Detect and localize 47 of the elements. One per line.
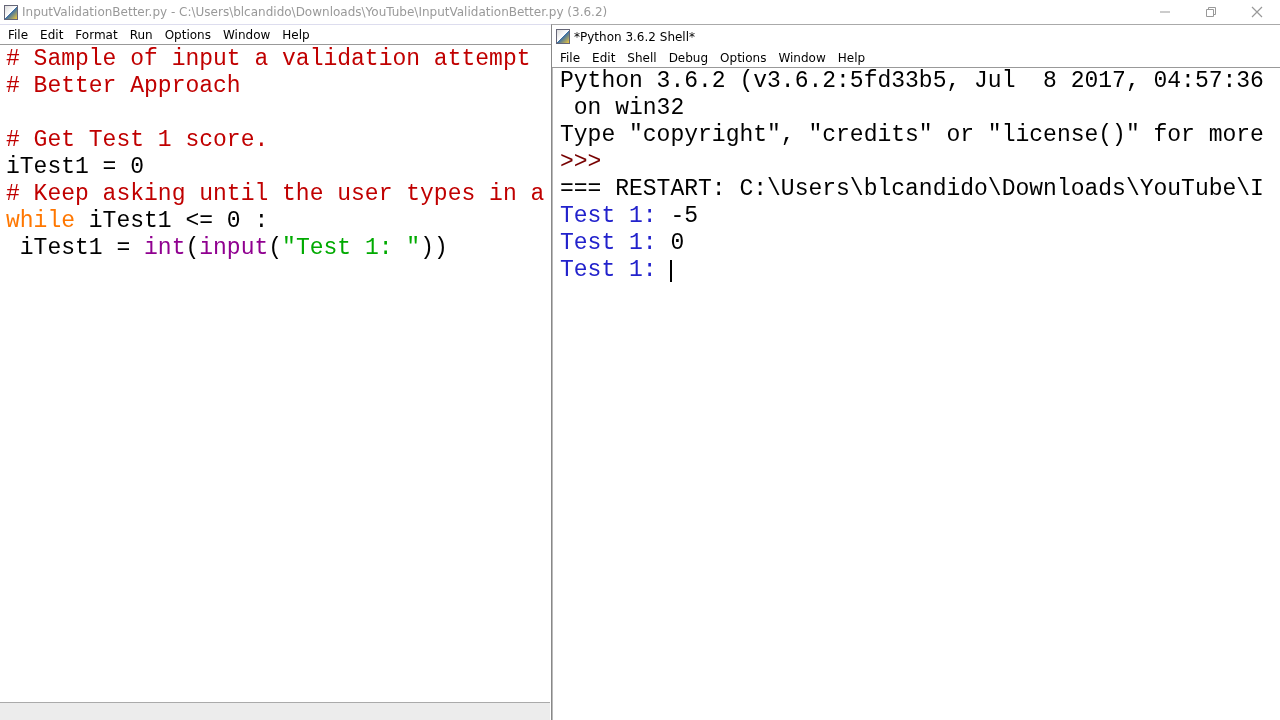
code-text: Python 3.6.2 (v3.6.2:5fd33b5, Jul 8 2017, 04:57:36 bbox=[560, 68, 1264, 95]
code-text: Type "copyright", "credits" or "license()" for more bbox=[560, 122, 1264, 149]
code-text: "Test 1: " bbox=[282, 235, 421, 262]
menu-item[interactable]: File bbox=[554, 50, 587, 65]
code-text: Test 1: bbox=[560, 203, 658, 230]
code-text: iTest1 = 0 bbox=[6, 154, 145, 181]
prompt-text: >>> bbox=[560, 149, 602, 176]
window-title: InputValidationBetter.py - C:\Users\blcandido\Downloads\YouTube\InputValidationBetter.py (3.6.2) bbox=[22, 5, 608, 19]
code-text: # Get Test 1 score. bbox=[6, 127, 269, 154]
python-icon bbox=[556, 29, 570, 44]
code-text: while bbox=[6, 208, 75, 235]
file-icon bbox=[4, 4, 18, 20]
code-text: === RESTART: C:\Users\blcandido\Downloads\YouTube\I bbox=[560, 176, 1264, 203]
menu-item[interactable]: Help bbox=[276, 27, 316, 42]
menu-item[interactable]: Format bbox=[69, 27, 124, 42]
code-text: # Keep asking until the user types in a bbox=[6, 181, 545, 208]
code-text: on win32 bbox=[572, 95, 685, 122]
menu-item[interactable]: Debug bbox=[662, 50, 715, 65]
code-text: -5 bbox=[670, 203, 699, 230]
text-cursor bbox=[670, 259, 673, 282]
close-icon bbox=[1251, 6, 1263, 18]
code-text: ( bbox=[185, 235, 200, 262]
scrollbar[interactable] bbox=[0, 702, 550, 720]
code-text: # Better Approach bbox=[6, 73, 241, 100]
code-text: iTest1 = bbox=[18, 235, 132, 262]
window-title: *Python 3.6.2 Shell* bbox=[574, 29, 696, 44]
code-text: )) bbox=[420, 235, 448, 262]
menu-item[interactable]: Window bbox=[216, 27, 277, 42]
menu-item[interactable]: Window bbox=[772, 50, 832, 65]
restore-icon bbox=[1205, 6, 1217, 18]
menu-item[interactable]: Help bbox=[831, 50, 872, 65]
code-text: 0 bbox=[670, 230, 685, 257]
code-text: Test 1: bbox=[560, 257, 658, 284]
menu-item[interactable]: File bbox=[2, 27, 35, 42]
menu-item[interactable]: Options bbox=[714, 50, 773, 65]
code-text: int bbox=[144, 235, 186, 262]
menu-item[interactable]: Shell bbox=[621, 50, 663, 65]
menu-item[interactable]: Edit bbox=[586, 50, 622, 65]
code-text: input bbox=[199, 235, 269, 262]
menu-item[interactable]: Edit bbox=[34, 27, 70, 42]
code-text: ( bbox=[268, 235, 283, 262]
menu-item[interactable]: Options bbox=[158, 27, 217, 42]
code-text: Test 1: bbox=[560, 230, 658, 257]
menu-item[interactable]: Run bbox=[123, 27, 159, 42]
code-text: iTest1 <= 0 : bbox=[87, 208, 269, 235]
code-text: # Sample of input a validation attempt bbox=[6, 46, 531, 73]
shell-output[interactable]: Python 3.6.2 (v3.6.2:5fd33b5, Jul 8 2017, 04:57:36 on win32 Type "copyright", "credits" or "license()" for more >>> === RESTART: C:\Users\blcandido\Downloads\YouTube\I Test 1: -5 Test 1: 0 Test 1: bbox=[552, 68, 1280, 720]
